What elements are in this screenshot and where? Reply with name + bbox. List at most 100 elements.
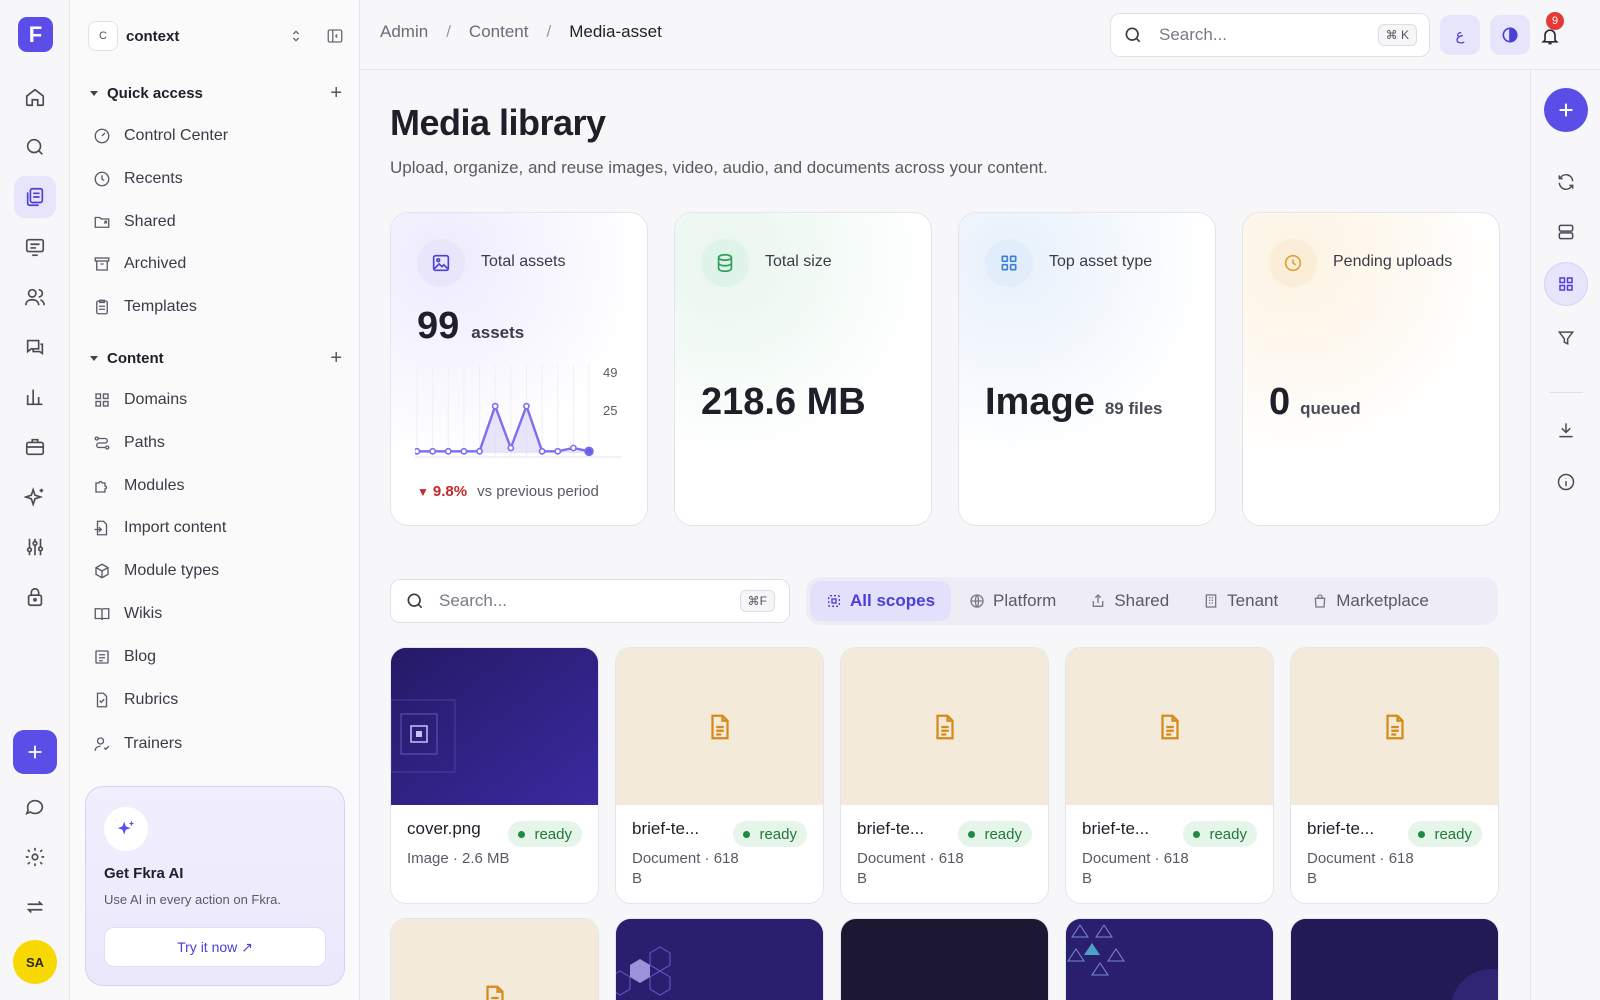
message-icon[interactable]: [14, 786, 56, 828]
grid-view-icon[interactable]: [1544, 262, 1588, 306]
stat-label: Total assets: [481, 253, 566, 270]
breadcrumb-content[interactable]: Content: [469, 22, 529, 42]
asset-thumbnail: [1066, 919, 1273, 1000]
content-icon[interactable]: [14, 176, 56, 218]
page-title: Media library: [390, 102, 606, 143]
status-text: ready: [759, 825, 797, 843]
tab-label: Platform: [993, 591, 1057, 610]
asset-card[interactable]: brief-te... Document · 618 B ready: [1290, 647, 1499, 904]
status-text: ready: [984, 825, 1022, 843]
sidebar-item-module-types[interactable]: Module types: [92, 557, 332, 585]
status-badge: ready: [1408, 821, 1482, 847]
sidebar-item-label: Paths: [124, 434, 165, 451]
search-icon[interactable]: [14, 126, 56, 168]
chart-icon[interactable]: [14, 376, 56, 418]
section-content[interactable]: Content +: [90, 346, 342, 370]
tab-tenant[interactable]: Tenant: [1187, 581, 1294, 621]
sidebar-item-paths[interactable]: Paths: [92, 429, 332, 457]
tab-platform[interactable]: Platform: [953, 581, 1072, 621]
sliders-icon[interactable]: [14, 526, 56, 568]
sidebar-item-blog[interactable]: Blog: [92, 643, 332, 671]
home-icon[interactable]: [14, 76, 56, 118]
stat-label: Top asset type: [1049, 253, 1153, 270]
tab-shared[interactable]: Shared: [1074, 581, 1185, 621]
page-subtitle: Upload, organize, and reuse images, vide…: [390, 158, 1048, 177]
image-icon: [417, 239, 465, 287]
add-content-button[interactable]: +: [330, 347, 342, 370]
chevron-updown-icon[interactable]: [288, 28, 304, 44]
asset-card[interactable]: brief-te... Document · 618 B ready: [615, 647, 824, 904]
document-icon: [1155, 710, 1185, 744]
asset-thumbnail: [841, 919, 1048, 1000]
sidebar-item-trainers[interactable]: Trainers: [92, 730, 332, 758]
theme-toggle-icon[interactable]: [1490, 15, 1530, 55]
asset-search-input[interactable]: Search... ⌘F: [390, 579, 790, 623]
hexagon-pattern-art: [616, 919, 823, 1000]
breadcrumb-admin[interactable]: Admin: [380, 22, 428, 42]
shared-folder-icon: [92, 212, 112, 232]
app-logo[interactable]: F: [18, 17, 53, 52]
sidebar-item-modules[interactable]: Modules: [92, 472, 332, 500]
switch-icon[interactable]: [14, 886, 56, 928]
filter-icon[interactable]: [1544, 316, 1588, 360]
globe-icon: [969, 593, 985, 609]
language-button[interactable]: ع: [1440, 15, 1480, 55]
sparkline-point: [523, 402, 530, 410]
sparkles-icon[interactable]: [14, 476, 56, 518]
briefcase-icon[interactable]: [14, 426, 56, 468]
sidebar-item-archived[interactable]: Archived: [92, 250, 332, 278]
asset-card[interactable]: [840, 918, 1049, 1000]
sidebar-item-label: Blog: [124, 648, 157, 665]
section-quick-access[interactable]: Quick access +: [90, 81, 342, 105]
refresh-icon[interactable]: [1544, 160, 1588, 204]
sidebar-item-shared[interactable]: Shared: [92, 208, 332, 236]
breadcrumb-separator: /: [446, 22, 451, 41]
sidebar-item-recents[interactable]: Recents: [92, 165, 332, 193]
asset-meta: brief-te... Document · 618 B ready: [841, 805, 1048, 903]
sidebar-item-rubrics[interactable]: Rubrics: [92, 686, 332, 714]
search-icon: [405, 591, 425, 611]
add-asset-button[interactable]: [1544, 88, 1588, 132]
tab-marketplace[interactable]: Marketplace: [1296, 581, 1445, 621]
stat-card-top-asset-type: Top asset type Image 89 files: [958, 212, 1216, 526]
asset-card[interactable]: [1290, 918, 1499, 1000]
sparkline-point: [476, 447, 483, 455]
chat-icon[interactable]: [14, 326, 56, 368]
sidebar-item-import-content[interactable]: Import content: [92, 514, 332, 542]
asset-card[interactable]: cover.png Image · 2.6 MB ready: [390, 647, 599, 904]
tab-label: Shared: [1114, 591, 1170, 610]
asset-card[interactable]: [1065, 918, 1274, 1000]
settings-icon[interactable]: [14, 836, 56, 878]
info-icon[interactable]: [1544, 460, 1588, 504]
sidebar-item-domains[interactable]: Domains: [92, 386, 332, 414]
create-button[interactable]: [13, 730, 57, 774]
list-view-icon[interactable]: [1544, 210, 1588, 254]
users-icon[interactable]: [14, 276, 56, 318]
lock-icon[interactable]: [14, 576, 56, 618]
review-icon[interactable]: [14, 226, 56, 268]
document-icon: [1380, 710, 1410, 744]
sidebar-item-wikis[interactable]: Wikis: [92, 600, 332, 628]
status-badge: ready: [958, 821, 1032, 847]
tab-all-scopes[interactable]: All scopes: [810, 581, 952, 621]
global-search-input[interactable]: Search... ⌘ K: [1110, 13, 1430, 57]
sidebar-item-label: Import content: [124, 519, 227, 536]
sidebar-item-templates[interactable]: Templates: [92, 293, 332, 321]
tab-label: All scopes: [850, 591, 936, 610]
add-quick-access-button[interactable]: +: [330, 82, 342, 105]
status-dot: [968, 830, 976, 838]
try-ai-button[interactable]: Try it now ↗: [104, 927, 326, 967]
download-icon[interactable]: [1544, 408, 1588, 452]
asset-card[interactable]: brief-te... Document · 618 B ready: [1065, 647, 1274, 904]
sidebar-item-label: Control Center: [124, 127, 229, 144]
asset-card[interactable]: [390, 918, 599, 1000]
ai-promo-title: Get Fkra AI: [104, 865, 184, 882]
sidebar-item-control-center[interactable]: Control Center: [92, 122, 332, 150]
asset-card[interactable]: [615, 918, 824, 1000]
avatar[interactable]: SA: [13, 940, 57, 984]
search-shortcut: ⌘F: [739, 590, 775, 612]
asset-thumbnail: [841, 648, 1048, 805]
workspace-switcher[interactable]: C context: [88, 18, 344, 54]
collapse-sidebar-icon[interactable]: [326, 27, 344, 45]
asset-card[interactable]: brief-te... Document · 618 B ready: [840, 647, 1049, 904]
